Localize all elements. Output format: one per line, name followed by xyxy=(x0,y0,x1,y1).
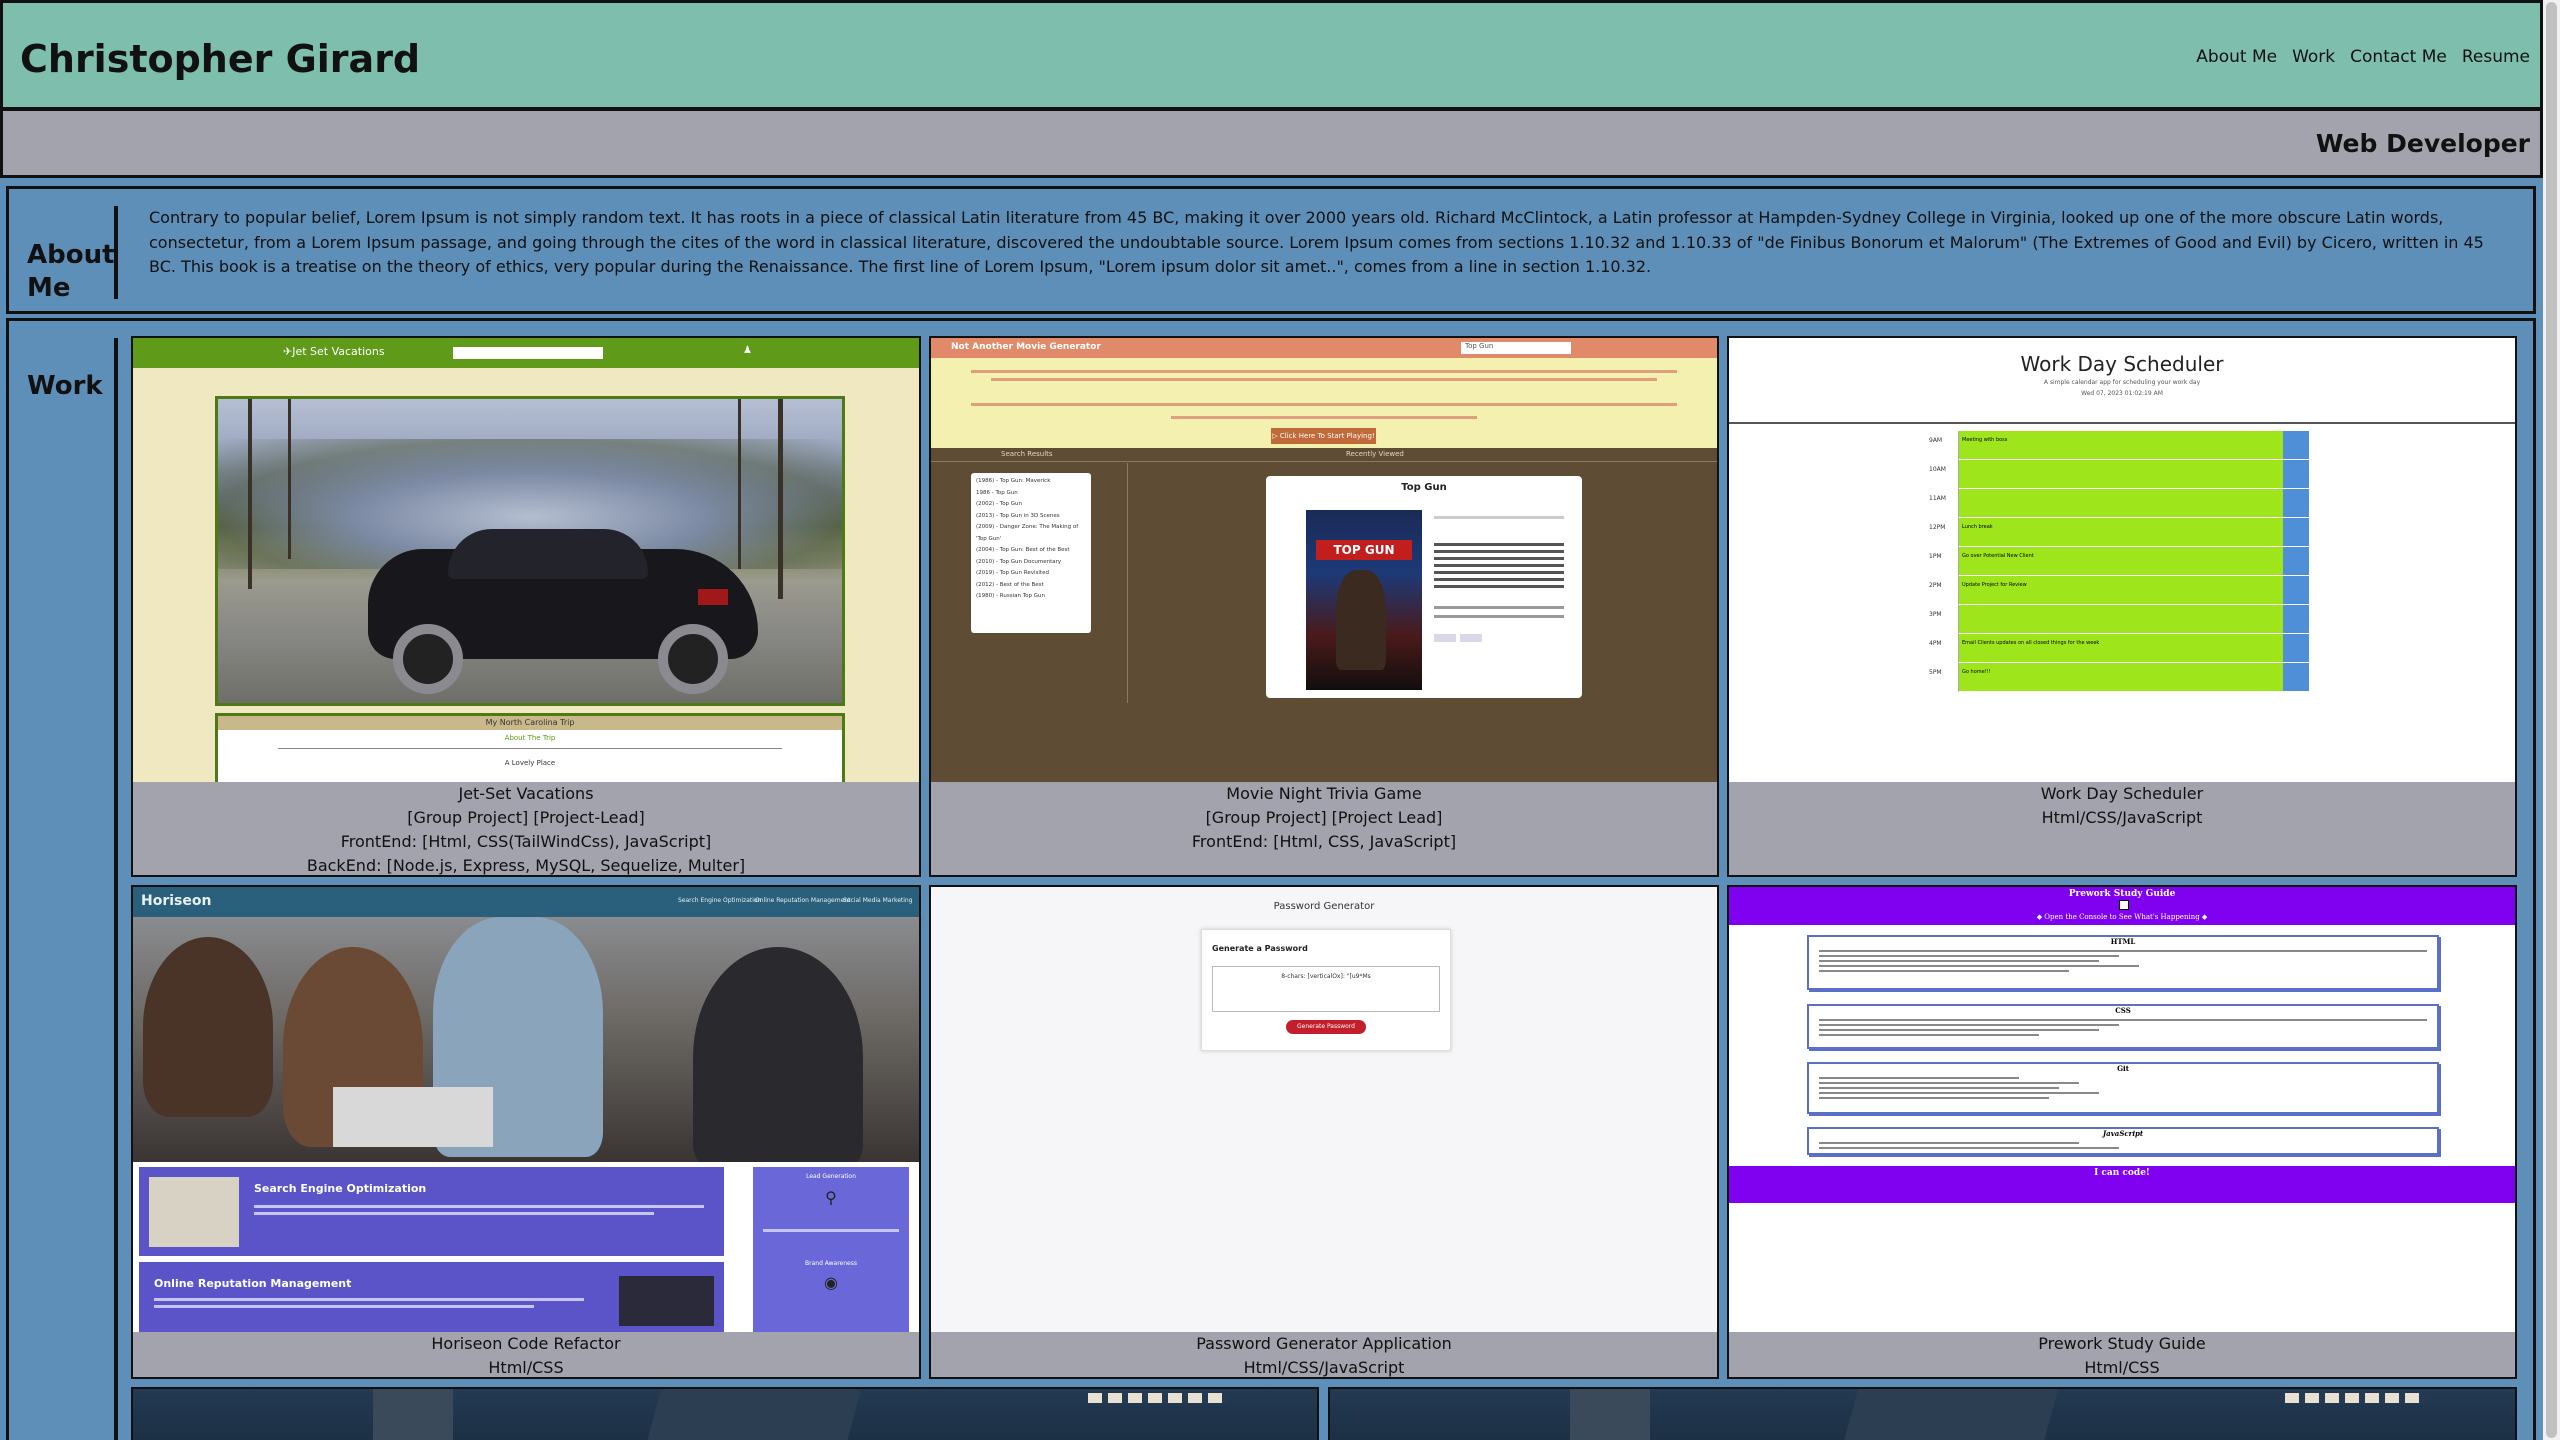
horiseon-lead-gen: Lead Generation xyxy=(806,1173,856,1180)
role-title: Web Developer xyxy=(2315,129,2530,158)
car-photo xyxy=(215,396,845,706)
recently-viewed-label: Recently Viewed xyxy=(1346,450,1404,458)
project-caption-prework-study-guide: Prework Study Guide Html/CSS xyxy=(1729,1332,2515,1377)
password-output: 8-chars: [verticalOx]: "[u9*Ms xyxy=(1212,966,1440,1012)
movie-start-button: ▷ Click Here To Start Playing! xyxy=(1271,428,1376,444)
horiseon-orm-heading: Online Reputation Management xyxy=(154,1277,352,1290)
project-frontend: FrontEnd: [Html, CSS, JavaScript] xyxy=(1191,832,1457,851)
scheduler-rows: 9AM Meeting with boss 10AM 11AM 12PM Lunch… xyxy=(1929,431,2309,692)
scheduler-subtitle: A simple calendar app for scheduling you… xyxy=(2043,379,2201,386)
site-header: Christopher Girard About Me Work Contact… xyxy=(0,0,2543,110)
study-css-heading: CSS xyxy=(2115,1006,2131,1015)
project-screenshot-prework-study-guide[interactable]: Prework Study Guide ◆ Open the Console t… xyxy=(1729,887,2515,1332)
project-card-bottom-left[interactable] xyxy=(131,1387,1319,1440)
project-tech: Html/CSS xyxy=(488,1358,564,1377)
study-guide-footer: I can code! xyxy=(1729,1166,2515,1203)
project-title: Horiseon Code Refactor xyxy=(431,1334,621,1353)
horiseon-brand-awareness: Brand Awareness xyxy=(805,1260,857,1267)
project-card-prework-study-guide[interactable]: Prework Study Guide ◆ Open the Console t… xyxy=(1727,885,2517,1379)
project-screenshot-horiseon[interactable]: Horiseon Search Engine Optimization Onli… xyxy=(133,887,919,1332)
project-caption-jet-set: Jet-Set Vacations [Group Project] [Proje… xyxy=(133,782,919,875)
project-card-movie-night[interactable]: Not Another Movie Generator Top Gun ▷ Cl… xyxy=(929,336,1719,877)
jet-set-brand: ✈Jet Set Vacations xyxy=(283,345,385,358)
movie-poster: TOP GUN xyxy=(1306,510,1422,690)
horiseon-nav-orm: Online Reputation Management xyxy=(755,897,851,904)
scrollbar-thumb[interactable] xyxy=(2546,2,2557,1438)
work-divider xyxy=(114,338,118,1440)
horiseon-nav-seo: Search Engine Optimization xyxy=(678,897,762,904)
study-guide-title: Prework Study Guide xyxy=(2068,889,2176,899)
project-title: Work Day Scheduler xyxy=(2040,784,2204,803)
project-frontend: FrontEnd: [Html, CSS(TailWindCss), JavaS… xyxy=(340,832,712,851)
nav-resume[interactable]: Resume xyxy=(2462,47,2530,67)
project-screenshot-movie-night[interactable]: Not Another Movie Generator Top Gun ▷ Cl… xyxy=(931,338,1717,782)
movie-title: Top Gun xyxy=(1401,482,1447,493)
jet-set-trip-title: My North Carolina Trip xyxy=(218,716,842,730)
jet-set-place: A Lovely Place xyxy=(504,759,556,767)
about-section: About Me Contrary to popular belief, Lore… xyxy=(6,186,2536,314)
role-bar: Web Developer xyxy=(0,108,2543,178)
project-screenshot-password-generator[interactable]: Password Generator Generate a Password 8… xyxy=(931,887,1717,1332)
page-scrollbar[interactable] xyxy=(2543,0,2560,1440)
movie-search-input: Top Gun xyxy=(1461,342,1571,354)
project-title: Prework Study Guide xyxy=(2038,1334,2206,1353)
project-title: Password Generator Application xyxy=(1196,1334,1452,1353)
about-divider xyxy=(114,206,118,299)
password-card-title: Generate a Password xyxy=(1212,944,1308,953)
project-card-horiseon[interactable]: Horiseon Search Engine Optimization Onli… xyxy=(131,885,921,1379)
project-card-jet-set[interactable]: ✈Jet Set Vacations ♟ My North Carolina T… xyxy=(131,336,921,877)
study-guide-console-note: ◆ Open the Console to See What's Happeni… xyxy=(2036,913,2208,921)
horiseon-nav-smm: Social Media Marketing xyxy=(843,897,913,904)
jet-set-search-input xyxy=(453,347,603,359)
project-card-work-day-scheduler[interactable]: Work Day Scheduler A simple calendar app… xyxy=(1727,336,2517,877)
jet-set-about-link: About The Trip xyxy=(504,734,556,742)
movie-results-list: (1986) - Top Gun: Maverick 1986 - Top Gu… xyxy=(971,473,1091,633)
project-caption-movie-night: Movie Night Trivia Game [Group Project] … xyxy=(931,782,1717,854)
main-nav: About Me Work Contact Me Resume xyxy=(2196,47,2530,67)
project-role: [Group Project] [Project-Lead] xyxy=(407,808,645,827)
project-caption-password-generator: Password Generator Application Html/CSS/… xyxy=(931,1332,1717,1377)
project-caption-horiseon: Horiseon Code Refactor Html/CSS xyxy=(133,1332,919,1377)
project-card-bottom-right[interactable] xyxy=(1328,1387,2517,1440)
project-caption-work-day-scheduler: Work Day Scheduler Html/CSS/JavaScript xyxy=(1729,782,2515,830)
nav-about-me[interactable]: About Me xyxy=(2196,47,2277,67)
nav-work[interactable]: Work xyxy=(2292,47,2335,67)
project-title: Jet-Set Vacations xyxy=(458,784,594,803)
project-screenshot-jet-set[interactable]: ✈Jet Set Vacations ♟ My North Carolina T… xyxy=(133,338,919,782)
scheduler-title: Work Day Scheduler xyxy=(2020,352,2224,376)
project-card-password-generator[interactable]: Password Generator Generate a Password 8… xyxy=(929,885,1719,1379)
project-backend: BackEnd: [Node.js, Express, MySQL, Seque… xyxy=(306,856,746,875)
project-screenshot-work-day-scheduler[interactable]: Work Day Scheduler A simple calendar app… xyxy=(1729,338,2515,782)
project-title: Movie Night Trivia Game xyxy=(1226,784,1422,803)
study-html-heading: HTML xyxy=(2110,937,2136,946)
work-heading: Work xyxy=(27,371,103,401)
movie-detail-card: Top Gun TOP GUN xyxy=(1266,476,1582,698)
site-title: Christopher Girard xyxy=(20,37,421,81)
project-tech: Html/CSS xyxy=(2084,1358,2160,1377)
password-title: Password Generator xyxy=(1273,901,1375,912)
study-javascript-heading: JavaScript xyxy=(2102,1129,2144,1138)
horiseon-hero-photo xyxy=(133,917,919,1162)
movie-brand: Not Another Movie Generator xyxy=(951,342,1101,352)
horiseon-brand: Horiseon xyxy=(141,893,212,909)
about-heading: About Me xyxy=(27,240,115,303)
generate-password-button: Generate Password xyxy=(1286,1020,1366,1034)
project-tech: Html/CSS/JavaScript xyxy=(2041,808,2203,827)
project-tech: Html/CSS/JavaScript xyxy=(1243,1358,1405,1377)
scheduler-date: Wed 07, 2023 01:02:19 AM xyxy=(2081,390,2163,397)
user-icon: ♟ xyxy=(743,345,752,356)
project-role: [Group Project] [Project Lead] xyxy=(1205,808,1443,827)
about-text: Contrary to popular belief, Lorem Ipsum … xyxy=(149,208,2484,276)
search-results-label: Search Results xyxy=(1001,450,1053,458)
study-git-heading: Git xyxy=(2117,1064,2129,1073)
nav-contact-me[interactable]: Contact Me xyxy=(2350,47,2447,67)
horiseon-seo-heading: Search Engine Optimization xyxy=(254,1182,427,1195)
